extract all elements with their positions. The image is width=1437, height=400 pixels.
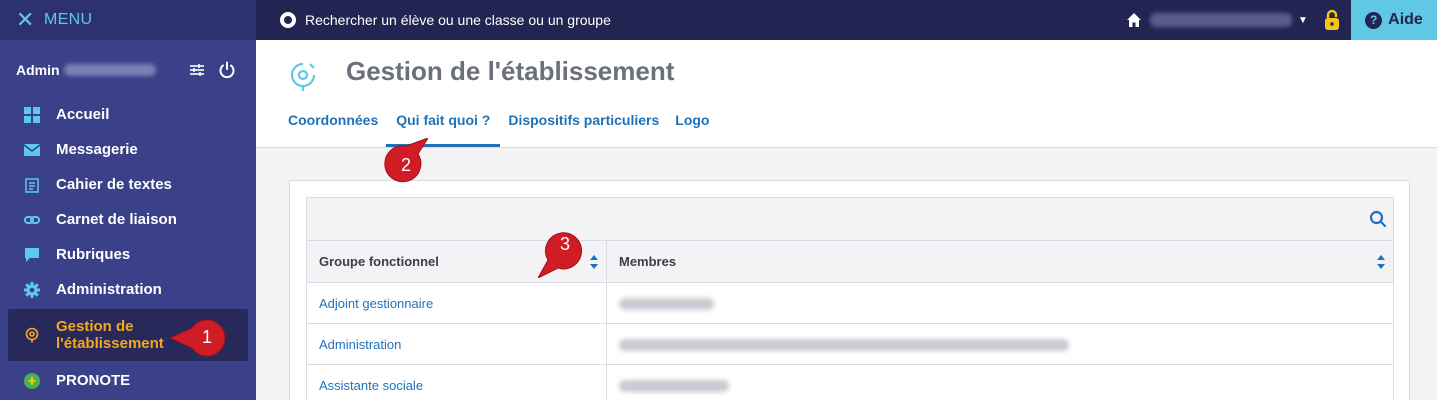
sidebar-item-administration[interactable]: Administration	[8, 272, 248, 307]
help-label: Aide	[1388, 11, 1423, 28]
column-header-label: Groupe fonctionnel	[319, 254, 439, 269]
sidebar-item-messagerie[interactable]: Messagerie	[8, 132, 248, 167]
sidebar-item-pronote[interactable]: PRONOTE	[8, 363, 248, 398]
close-icon: ✕	[16, 7, 35, 32]
members-redacted	[619, 298, 714, 311]
user-search-icon	[280, 12, 296, 28]
group-name-link[interactable]: Assistante sociale	[306, 364, 607, 400]
menu-toggle-button[interactable]: ✕ MENU	[0, 0, 256, 40]
members-cell	[606, 364, 1394, 400]
column-header-membres[interactable]: Membres	[606, 240, 1394, 283]
link-icon	[24, 212, 40, 228]
gear-icon	[24, 281, 40, 298]
members-cell	[606, 323, 1394, 365]
help-button[interactable]: ? Aide	[1351, 0, 1437, 40]
pronote-icon	[24, 372, 40, 389]
sidebar-item-label: Rubriques	[56, 246, 131, 263]
table-row[interactable]: Adjoint gestionnaire	[306, 282, 1394, 324]
tab-bar: Coordonnées Qui fait quoi ? Dispositifs …	[280, 108, 718, 147]
tab-logo[interactable]: Logo	[667, 108, 717, 147]
members-redacted	[619, 339, 1069, 352]
sidebar-item-label: Administration	[56, 281, 162, 298]
settings-sliders-icon[interactable]	[188, 61, 206, 79]
establishment-selector[interactable]: ▼	[1126, 0, 1308, 40]
callout-number: 1	[201, 327, 212, 347]
global-search[interactable]: Rechercher un élève ou une classe ou un …	[280, 0, 611, 40]
callout-number: 2	[400, 155, 411, 175]
page-title: Gestion de l'établissement	[346, 56, 675, 86]
callout-3: 3	[536, 226, 590, 280]
establishment-name-redacted	[1150, 13, 1292, 27]
tab-dispositifs-particuliers[interactable]: Dispositifs particuliers	[500, 108, 667, 147]
global-search-label: Rechercher un élève ou une classe ou un …	[305, 12, 611, 28]
sidebar-item-label: Messagerie	[56, 141, 138, 158]
school-pin-icon	[24, 327, 40, 343]
power-icon[interactable]	[218, 61, 236, 79]
sidebar-item-accueil[interactable]: Accueil	[8, 97, 248, 132]
top-bar: ✕ MENU Rechercher un élève ou une classe…	[0, 0, 1437, 40]
group-name-link[interactable]: Adjoint gestionnaire	[306, 282, 607, 324]
callout-number: 3	[559, 234, 570, 254]
table-toolbar	[306, 197, 1394, 241]
sidebar-item-label: Cahier de textes	[56, 176, 172, 193]
tab-coordonnees[interactable]: Coordonnées	[280, 108, 386, 147]
sidebar-item-cahier-de-textes[interactable]: Cahier de textes	[8, 167, 248, 202]
search-icon[interactable]	[1369, 210, 1387, 228]
question-icon: ?	[1365, 11, 1383, 29]
user-info: Admin	[16, 61, 240, 79]
sidebar-item-rubriques[interactable]: Rubriques	[8, 237, 248, 272]
lock-icon[interactable]	[1323, 9, 1341, 31]
functional-groups-table: Groupe fonctionnel Membres Adjoint gesti…	[306, 240, 1394, 400]
group-name-link[interactable]: Administration	[306, 323, 607, 365]
user-role: Admin	[16, 62, 60, 78]
table-row[interactable]: Administration	[306, 323, 1394, 365]
sidebar-item-label: Accueil	[56, 106, 110, 123]
page-header: Gestion de l'établissement Coordonnées Q…	[256, 40, 1437, 148]
sort-icon[interactable]	[590, 255, 598, 269]
sidebar-item-label: PRONOTE	[56, 372, 131, 389]
user-name-redacted	[63, 64, 156, 76]
notebook-icon	[24, 177, 40, 193]
members-cell	[606, 282, 1394, 324]
table-header-row: Groupe fonctionnel Membres	[306, 240, 1394, 283]
callout-2: 2	[382, 137, 430, 190]
sort-icon[interactable]	[1377, 255, 1385, 269]
sidebar-item-label: Carnet de liaison	[56, 211, 177, 228]
dashboard-icon	[24, 106, 40, 123]
home-icon	[1126, 12, 1142, 28]
menu-label: MENU	[44, 11, 93, 28]
chevron-down-icon: ▼	[1298, 14, 1308, 26]
table-row[interactable]: Assistante sociale	[306, 364, 1394, 400]
column-header-label: Membres	[619, 254, 677, 269]
chat-icon	[24, 247, 40, 263]
content-card: Groupe fonctionnel Membres Adjoint gesti…	[289, 180, 1410, 400]
main-content: Gestion de l'établissement Coordonnées Q…	[256, 40, 1437, 400]
school-pin-icon	[286, 60, 320, 94]
callout-1: 1	[168, 316, 232, 362]
members-redacted	[619, 380, 729, 393]
sidebar-item-carnet-de-liaison[interactable]: Carnet de liaison	[8, 202, 248, 237]
envelope-icon	[23, 142, 41, 158]
